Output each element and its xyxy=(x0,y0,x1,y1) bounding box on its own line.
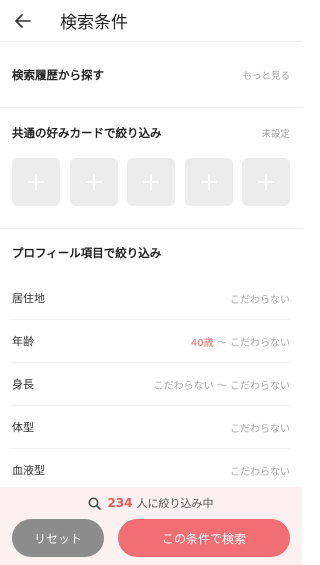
filter-label: 血液型 xyxy=(12,464,45,477)
plus-icon xyxy=(143,174,159,190)
add-card-button[interactable] xyxy=(69,158,118,206)
footer-buttons: リセット この条件で検索 xyxy=(0,519,302,557)
filter-row-age[interactable]: 年齢 40歳 〜 こだわらない xyxy=(12,320,290,363)
cards-status: 未設定 xyxy=(261,129,290,140)
cards-section-title: 共通の好みカードで絞り込み xyxy=(12,126,162,140)
age-min-value: 40歳 xyxy=(190,337,214,349)
filter-value: こだわらない xyxy=(230,423,290,435)
search-icon xyxy=(89,497,102,510)
profile-filter-list: 居住地 こだわらない 年齢 40歳 〜 こだわらない 身長 こだわらない 〜 こ… xyxy=(0,277,302,492)
filter-label: 年齢 xyxy=(12,335,34,348)
profile-section-title: プロフィール項目で絞り込み xyxy=(12,246,162,260)
filter-label: 居住地 xyxy=(12,292,45,305)
footer-bar: 234 人に絞り込み中 リセット この条件で検索 xyxy=(0,487,302,565)
plus-icon xyxy=(258,174,274,190)
search-button[interactable]: この条件で検索 xyxy=(118,519,290,557)
page-title: 検索条件 xyxy=(60,13,128,33)
add-card-button[interactable] xyxy=(12,158,60,206)
result-count: 234 人に絞り込み中 xyxy=(0,487,302,519)
filter-value: こだわらない xyxy=(230,466,290,478)
filter-row-residence[interactable]: 居住地 こだわらない xyxy=(12,277,290,320)
filter-row-height[interactable]: 身長 こだわらない 〜 こだわらない xyxy=(12,363,290,406)
card-slots xyxy=(0,158,302,206)
range-separator: 〜 xyxy=(213,337,230,349)
filter-row-blood-type[interactable]: 血液型 こだわらない xyxy=(12,449,290,492)
height-max-value: こだわらない xyxy=(230,380,290,392)
filter-value: こだわらない 〜 こだわらない xyxy=(154,377,290,392)
filter-label: 身長 xyxy=(12,378,34,391)
add-card-button[interactable] xyxy=(127,158,175,206)
profile-section-header: プロフィール項目で絞り込み xyxy=(0,229,302,277)
search-history-title: 検索履歴から探す xyxy=(12,67,104,82)
add-card-button[interactable] xyxy=(184,158,233,206)
range-separator: 〜 xyxy=(213,380,230,392)
height-min-value: こだわらない xyxy=(153,380,214,392)
cards-section-header: 共通の好みカードで絞り込み 未設定 xyxy=(0,108,302,158)
plus-icon xyxy=(28,174,44,190)
add-card-button[interactable] xyxy=(242,158,290,206)
result-count-number: 234 xyxy=(107,496,133,510)
plus-icon xyxy=(200,174,217,190)
header-bar: 検索条件 xyxy=(0,0,302,42)
plus-icon xyxy=(85,174,102,190)
result-count-suffix: 人に絞り込み中 xyxy=(136,497,214,510)
filter-value: 40歳 〜 こだわらない xyxy=(191,334,290,349)
age-max-value: こだわらない xyxy=(230,337,290,349)
arrow-left-icon[interactable] xyxy=(14,12,32,30)
search-history-row[interactable]: 検索履歴から探す もっと見る xyxy=(0,42,302,108)
filter-value: こだわらない xyxy=(230,294,290,306)
reset-button[interactable]: リセット xyxy=(12,519,104,557)
see-more-link[interactable]: もっと見る xyxy=(242,68,290,82)
filter-label: 体型 xyxy=(12,421,34,434)
filter-row-body-type[interactable]: 体型 こだわらない xyxy=(12,406,290,449)
